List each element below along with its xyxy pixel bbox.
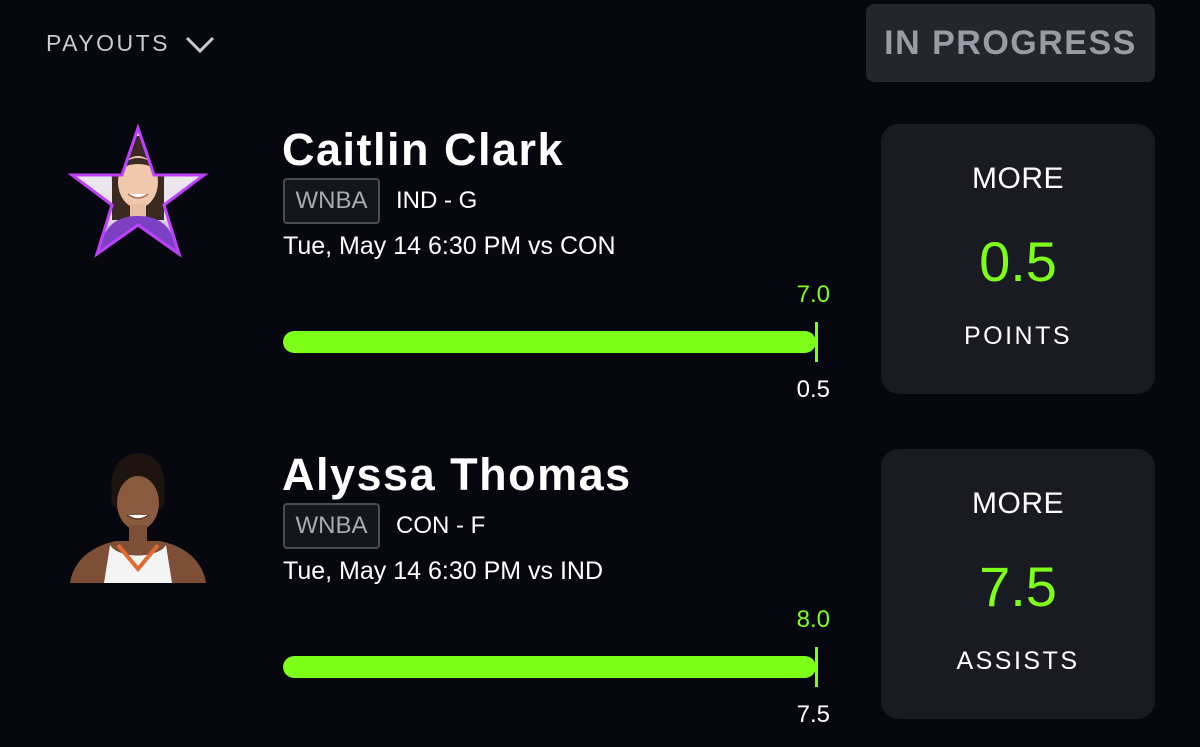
progress-bar — [283, 656, 816, 678]
stat-card[interactable]: MORE 7.5 ASSISTS — [881, 449, 1155, 719]
stat-line: 7.5 — [979, 555, 1057, 618]
pick-row[interactable]: Caitlin Clark WNBA IND - G Tue, May 14 6… — [0, 0, 1200, 403]
avatar — [67, 123, 209, 258]
stat-direction: MORE — [972, 162, 1064, 195]
league-badge: WNBA — [283, 178, 380, 224]
progress-fill — [283, 656, 816, 678]
line-value: 7.5 — [796, 701, 830, 728]
stat-direction: MORE — [972, 487, 1064, 520]
player-name: Alyssa Thomas — [282, 449, 632, 500]
pick-row[interactable]: Alyssa Thomas WNBA CON - F Tue, May 14 6… — [0, 325, 1200, 728]
actual-value: 8.0 — [796, 606, 830, 633]
game-info: Tue, May 14 6:30 PM vs IND — [283, 557, 604, 585]
actual-value: 7.0 — [796, 281, 830, 308]
target-line-marker — [815, 647, 818, 687]
avatar — [68, 449, 208, 583]
team-position: CON - F — [396, 512, 486, 539]
team-position: IND - G — [396, 187, 478, 214]
league-badge: WNBA — [283, 503, 380, 549]
player-name: Caitlin Clark — [282, 124, 565, 175]
stat-line: 0.5 — [979, 230, 1057, 293]
game-info: Tue, May 14 6:30 PM vs CON — [283, 232, 616, 260]
stat-type: ASSISTS — [956, 647, 1080, 675]
